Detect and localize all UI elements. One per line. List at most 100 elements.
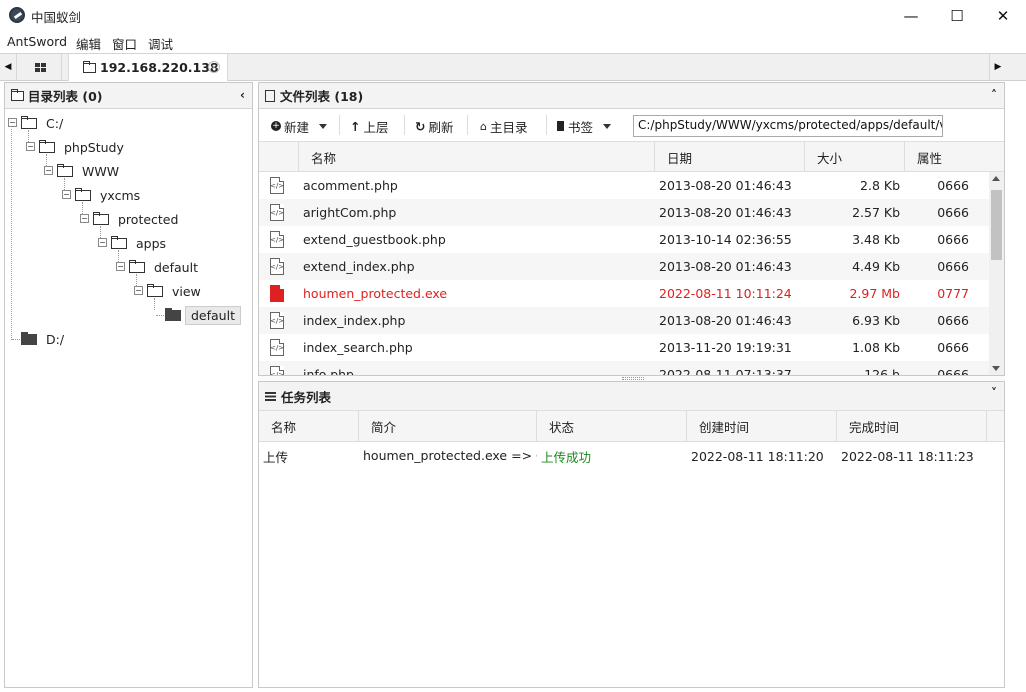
- file-size-cell: 4.49 Kb: [852, 259, 900, 274]
- tree-connector: [28, 130, 29, 142]
- directory-panel-header: 目录列表 (0) ‹: [5, 83, 252, 109]
- arrow-up-icon: ↑: [350, 118, 361, 134]
- column-size-header[interactable]: 大小: [805, 142, 905, 172]
- tree-connector: [156, 315, 164, 316]
- collapse-file-panel-button[interactable]: ˄: [991, 88, 997, 102]
- folder-icon: [129, 259, 145, 273]
- minimize-button[interactable]: —: [888, 0, 934, 31]
- file-row[interactable]: </> index_search.php 2013-11-20 19:19:31 1.…: [259, 334, 989, 361]
- task-column-name[interactable]: 名称: [259, 411, 359, 441]
- collapse-task-panel-button[interactable]: ˅: [991, 386, 997, 400]
- tab-scroll-left-button[interactable]: ◀: [0, 54, 17, 80]
- antsword-logo-icon: [9, 7, 25, 23]
- file-row[interactable]: houmen_protected.exe 2022-08-11 10:11:24 2…: [259, 280, 989, 307]
- tree-node[interactable]: − WWW: [44, 160, 124, 182]
- tree-node[interactable]: − phpStudy: [26, 136, 129, 158]
- tree-connector: [154, 298, 155, 310]
- task-column-finished[interactable]: 完成时间: [837, 411, 987, 441]
- tab-home[interactable]: [20, 54, 62, 80]
- tree-toggle-icon[interactable]: −: [44, 166, 53, 175]
- tree-toggle-icon[interactable]: −: [8, 118, 17, 127]
- tab-scroll-right-button[interactable]: ▶: [989, 54, 1006, 80]
- new-button[interactable]: + 新建: [271, 116, 328, 136]
- maximize-button[interactable]: ☐: [934, 0, 980, 31]
- directory-panel-title: 目录列表 (0): [28, 89, 103, 104]
- tree-node[interactable]: − apps: [98, 232, 171, 254]
- column-attr-header[interactable]: 属性: [905, 142, 1004, 172]
- tree-node[interactable]: − view: [134, 280, 206, 302]
- path-input[interactable]: C:/phpStudy/WWW/yxcms/protected/apps/def…: [633, 115, 943, 137]
- file-date-cell: 2013-08-20 01:46:43: [659, 313, 792, 328]
- file-panel-title: 文件列表 (18): [280, 89, 364, 104]
- file-row[interactable]: </> extend_guestbook.php 2013-10-14 02:36:…: [259, 226, 989, 253]
- home-icon: ⌂: [480, 119, 487, 133]
- tab-host[interactable]: 192.168.220.138 ✕: [68, 54, 228, 81]
- scroll-up-icon[interactable]: [992, 176, 1000, 181]
- task-column-created[interactable]: 创建时间: [687, 411, 837, 441]
- task-column-status[interactable]: 状态: [537, 411, 687, 441]
- file-attr-cell: 0666: [937, 259, 969, 274]
- task-panel-header: 任务列表 ˅: [259, 382, 1004, 410]
- tree-node[interactable]: D:/: [12, 328, 69, 350]
- tree-node[interactable]: − yxcms: [62, 184, 145, 206]
- column-date-header[interactable]: 日期: [655, 142, 805, 172]
- menu-window[interactable]: 窗口: [112, 34, 137, 53]
- tree-toggle-icon[interactable]: −: [26, 142, 35, 151]
- tab-host-label: 192.168.220.138: [100, 60, 219, 75]
- tree-connector: [46, 154, 47, 166]
- title-bar: 中国蚁剑 — ☐ ✕: [0, 0, 1026, 31]
- file-list-scrollbar[interactable]: [989, 172, 1004, 375]
- scroll-down-icon[interactable]: [992, 366, 1000, 371]
- file-row[interactable]: </> arightCom.php 2013-08-20 01:46:43 2.57 …: [259, 199, 989, 226]
- tree-node[interactable]: − default: [116, 256, 203, 278]
- file-attr-cell: 0666: [937, 232, 969, 247]
- home-dir-button[interactable]: ⌂ 主目录: [480, 116, 528, 136]
- task-desc-cell: houmen_protected.exe => C:/phpStudy/WWW/…: [363, 448, 537, 463]
- file-date-cell: 2022-08-11 07:13:37: [659, 367, 792, 376]
- tab-close-icon[interactable]: ✕: [208, 61, 220, 73]
- task-column-desc[interactable]: 简介: [359, 411, 537, 441]
- file-name-cell: index_search.php: [303, 340, 413, 355]
- menu-antsword[interactable]: AntSword: [7, 34, 67, 49]
- tree-node-label: default: [185, 305, 241, 325]
- file-row[interactable]: </> extend_index.php 2013-08-20 01:46:43 4.…: [259, 253, 989, 280]
- task-panel: 任务列表 ˅ 名称 简介 状态 创建时间 完成时间 上传 houmen_prot…: [258, 381, 1005, 688]
- task-row[interactable]: 上传 houmen_protected.exe => C:/phpStudy/W…: [259, 442, 1004, 470]
- file-name-cell: acomment.php: [303, 178, 398, 193]
- toolbar-divider: [404, 115, 405, 135]
- code-file-icon: </>: [270, 312, 284, 329]
- file-grid-header: 名称 日期 大小 属性: [259, 142, 1004, 172]
- tree-connector: [12, 339, 20, 340]
- file-attr-cell: 0666: [937, 178, 969, 193]
- menu-debug[interactable]: 调试: [148, 34, 173, 53]
- collapse-directory-button[interactable]: ‹: [240, 88, 245, 102]
- column-name-header[interactable]: 名称: [299, 142, 655, 172]
- file-name-cell: houmen_protected.exe: [303, 286, 448, 301]
- tree-toggle-icon[interactable]: −: [134, 286, 143, 295]
- menu-edit[interactable]: 编辑: [76, 34, 101, 53]
- tree-toggle-icon[interactable]: −: [80, 214, 89, 223]
- tree-node[interactable]: − protected: [80, 208, 183, 230]
- folder-icon: [75, 187, 91, 201]
- file-row[interactable]: </> acomment.php 2013-08-20 01:46:43 2.8 Kb…: [259, 172, 989, 199]
- scrollbar-thumb[interactable]: [991, 190, 1002, 260]
- tree-node-label: yxcms: [100, 187, 141, 203]
- folder-icon: [93, 211, 109, 225]
- code-file-icon: </>: [270, 258, 284, 275]
- code-file-icon: </>: [270, 366, 284, 375]
- file-row[interactable]: </> index_index.php 2013-08-20 01:46:43 6.9…: [259, 307, 989, 334]
- tree-toggle-icon[interactable]: −: [116, 262, 125, 271]
- tree-connector: [118, 250, 119, 262]
- tree-node[interactable]: default: [156, 304, 241, 326]
- file-row[interactable]: </> info.php 2022-08-11 07:13:37 126 b 0666: [259, 361, 989, 376]
- bookmark-button[interactable]: 书签: [557, 116, 612, 136]
- splitter-grip-icon[interactable]: [622, 377, 644, 380]
- tree-node-label: C:/: [46, 115, 64, 131]
- tree-toggle-icon[interactable]: −: [98, 238, 107, 247]
- refresh-button[interactable]: ↻ 刷新: [415, 116, 454, 136]
- close-button[interactable]: ✕: [980, 0, 1026, 31]
- tree-toggle-icon[interactable]: −: [62, 190, 71, 199]
- up-level-button[interactable]: ↑ 上层: [350, 116, 389, 136]
- file-panel-header: 文件列表 (18) ˄: [259, 83, 1004, 109]
- tree-connector: [64, 178, 65, 190]
